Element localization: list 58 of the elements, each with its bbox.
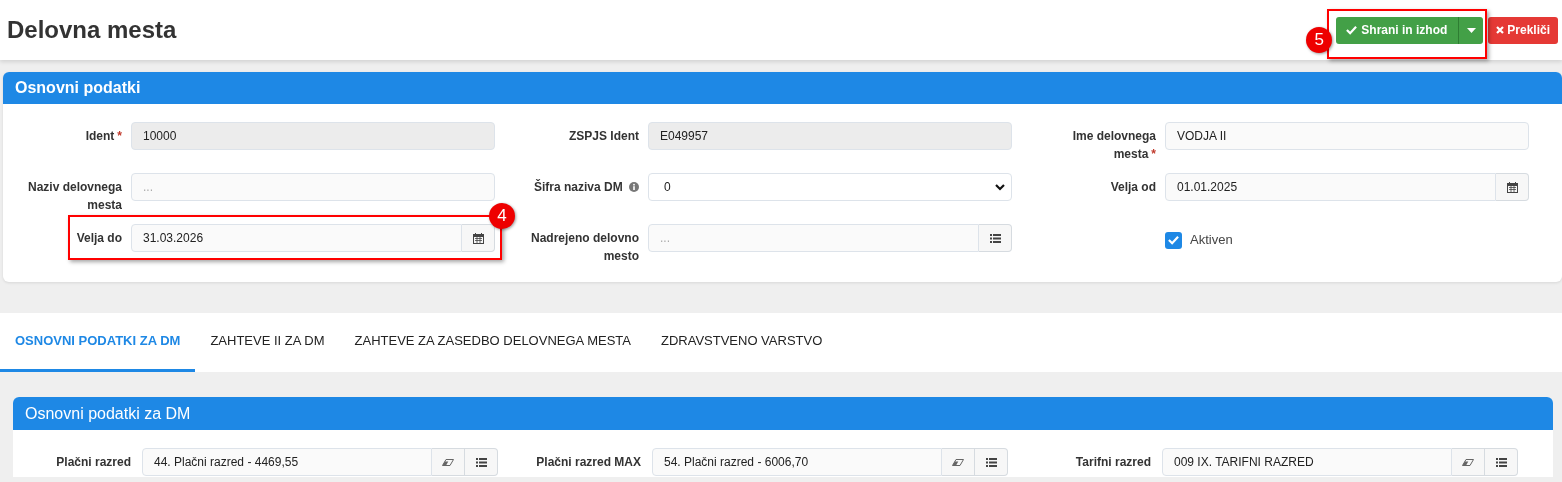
field-label: Plačni razred	[55, 454, 131, 471]
input-field[interactable]: 10000	[131, 122, 495, 150]
field-label: Velja od	[1109, 179, 1156, 196]
tab[interactable]: OSNOVNI PODATKI ZA DM	[0, 313, 196, 372]
list-button[interactable]	[465, 448, 498, 476]
step-badge: 5	[1306, 26, 1333, 53]
eraser-icon	[442, 458, 454, 466]
list-button[interactable]	[979, 224, 1012, 252]
clear-button[interactable]	[1452, 448, 1485, 476]
calendar-icon	[472, 232, 484, 244]
field-label: Tarifni razred	[1074, 454, 1151, 471]
select-field[interactable]: 0	[648, 173, 1012, 201]
list-icon	[989, 233, 1001, 243]
calendar-button[interactable]	[1496, 173, 1529, 201]
close-icon	[1496, 26, 1505, 34]
check-icon	[1168, 235, 1179, 245]
field-label: ZSPJS Ident	[568, 128, 639, 145]
input-field[interactable]: 009 IX. TARIFNI RAZRED	[1162, 448, 1452, 476]
list-icon	[985, 457, 997, 467]
dropdown-button[interactable]	[1458, 16, 1484, 44]
field-label: Velja do	[75, 230, 122, 247]
eraser-icon	[952, 458, 964, 466]
field-label: Naziv delovnega mesta	[26, 179, 122, 214]
section-header: Osnovni podatki	[3, 72, 1562, 104]
field-label: Šifra naziva DM	[520, 173, 639, 196]
clear-button[interactable]	[432, 448, 465, 476]
step-badge: 4	[489, 203, 515, 229]
caret-icon	[1466, 27, 1476, 33]
input-field[interactable]: 54. Plačni razred - 6006,70	[652, 448, 942, 476]
input-field[interactable]: 01.01.2025	[1165, 173, 1496, 201]
field-label: Ime delovnega mesta *	[1071, 128, 1156, 163]
input-field[interactable]: E049957	[648, 122, 1012, 150]
checkbox-label: Aktiven	[1190, 231, 1233, 250]
input-field[interactable]: ...	[131, 173, 495, 201]
chevron-down-icon	[995, 183, 1005, 191]
eraser-icon	[1462, 458, 1474, 466]
checkbox[interactable]	[1165, 231, 1182, 249]
field-label: Nadrejeno delovno mesto	[529, 230, 639, 265]
cancel-button[interactable]: Prekliči	[1488, 16, 1558, 44]
field-label: Plačni razred MAX	[535, 454, 641, 471]
field-label: Ident *	[84, 128, 122, 145]
list-icon	[475, 457, 487, 467]
tab[interactable]: ZDRAVSTVENO VARSTVO	[645, 313, 838, 372]
input-field[interactable]: ...	[648, 224, 979, 252]
tab[interactable]: ZAHTEVE II ZA DM	[195, 313, 340, 372]
list-icon	[1495, 457, 1507, 467]
calendar-icon	[1506, 181, 1518, 193]
input-field[interactable]: 31.03.2026	[131, 224, 462, 252]
list-button[interactable]	[975, 448, 1008, 476]
list-button[interactable]	[1485, 448, 1518, 476]
section-header: Osnovni podatki za DM	[13, 397, 1553, 430]
page-title: Delovna mesta	[7, 15, 177, 45]
input-field[interactable]: 44. Plačni razred - 4469,55	[142, 448, 432, 476]
calendar-button[interactable]	[462, 224, 495, 252]
clear-button[interactable]	[942, 448, 975, 476]
tab[interactable]: ZAHTEVE ZA ZASEDBO DELOVNEGA MESTA	[339, 313, 646, 372]
input-field[interactable]: VODJA II	[1165, 122, 1529, 150]
check-icon	[1346, 25, 1358, 35]
